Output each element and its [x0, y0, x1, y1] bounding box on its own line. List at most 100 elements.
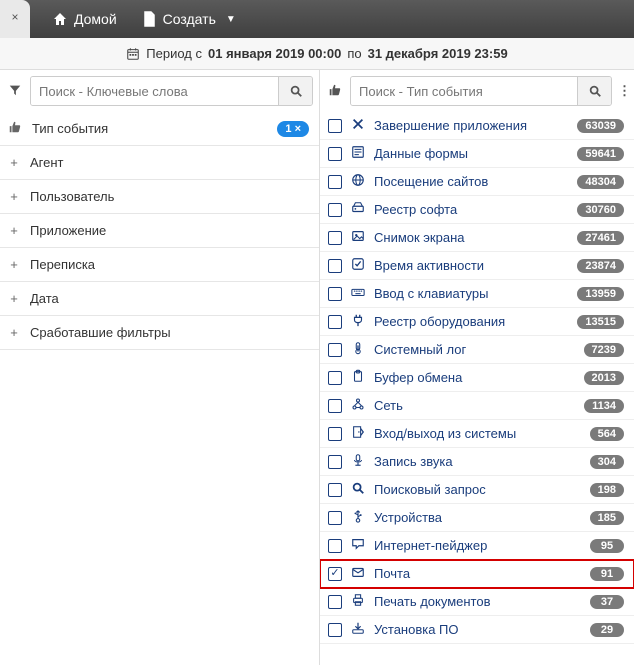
event-label: Интернет-пейджер: [374, 538, 582, 553]
event-type-row[interactable]: Завершение приложения 63039: [320, 112, 634, 140]
events-panel: ⋮ Завершение приложения 63039 Данные формы…: [320, 70, 634, 665]
event-type-row[interactable]: Снимок экрана 27461: [320, 224, 634, 252]
more-menu-button[interactable]: ⋮: [618, 83, 628, 99]
event-type-row[interactable]: Реестр софта30760: [320, 196, 634, 224]
event-type-row[interactable]: Устройства185: [320, 504, 634, 532]
period-mid: по: [347, 46, 361, 61]
search-icon: [350, 481, 366, 498]
event-count-badge: 2013: [584, 371, 624, 385]
search-icon: [588, 84, 602, 98]
expand-icon: +: [8, 292, 20, 305]
event-count-badge: 63039: [577, 119, 624, 133]
event-checkbox[interactable]: [328, 455, 342, 469]
filter-count-badge[interactable]: 1 ×: [277, 121, 309, 137]
event-label: Завершение приложения: [374, 118, 569, 133]
event-label: Реестр оборудования: [374, 314, 569, 329]
event-count-badge: 13959: [577, 287, 624, 301]
filter-group-event-type[interactable]: Тип события 1 ×: [0, 112, 319, 146]
thumb-icon[interactable]: [326, 83, 344, 100]
calendar-icon: [126, 47, 140, 61]
keyword-search: [30, 76, 313, 106]
event-type-row[interactable]: Посещение сайтов48304: [320, 168, 634, 196]
event-count-badge: 564: [590, 427, 624, 441]
filter-group[interactable]: + Дата: [0, 282, 319, 316]
period-prefix: Период с: [146, 46, 202, 61]
event-type-row[interactable]: Время активности23874: [320, 252, 634, 280]
search-icon: [289, 84, 303, 98]
event-type-row[interactable]: Почта91: [320, 560, 634, 588]
filter-group[interactable]: +Агент: [0, 146, 319, 180]
event-checkbox[interactable]: [328, 623, 342, 637]
caret-down-icon: ▼: [226, 14, 236, 25]
keyword-search-button[interactable]: [278, 77, 312, 105]
event-checkbox[interactable]: [328, 399, 342, 413]
clipboard-icon: [350, 369, 366, 386]
top-toolbar: × Домой Создать ▼: [0, 0, 634, 38]
event-checkbox[interactable]: [328, 595, 342, 609]
filter-group-label: Агент: [30, 155, 309, 170]
usb-icon: [350, 509, 366, 526]
event-checkbox[interactable]: [328, 343, 342, 357]
keyword-search-input[interactable]: [31, 77, 278, 105]
event-checkbox[interactable]: [328, 287, 342, 301]
globe-icon: [350, 173, 366, 190]
event-label: Снимок экрана: [374, 230, 569, 245]
event-type-row[interactable]: Запись звука304: [320, 448, 634, 476]
event-checkbox[interactable]: [328, 539, 342, 553]
event-count-badge: 27461: [577, 231, 624, 245]
filter-group-label: Дата: [30, 291, 309, 306]
filter-group[interactable]: +Переписка: [0, 248, 319, 282]
event-count-badge: 95: [590, 539, 624, 553]
event-label: Поисковый запрос: [374, 482, 582, 497]
event-type-row[interactable]: Системный лог7239: [320, 336, 634, 364]
event-label: Вход/выход из системы: [374, 426, 582, 441]
tab-close-button[interactable]: ×: [0, 0, 30, 38]
event-count-badge: 48304: [577, 175, 624, 189]
chat-icon: [350, 537, 366, 554]
event-label: Устройства: [374, 510, 582, 525]
printer-icon: [350, 593, 366, 610]
event-checkbox[interactable]: [328, 175, 342, 189]
event-type-row[interactable]: Данные формы59641: [320, 140, 634, 168]
event-label: Системный лог: [374, 342, 576, 357]
event-checkbox[interactable]: [328, 483, 342, 497]
filter-icon[interactable]: [6, 83, 24, 100]
expand-icon: +: [8, 224, 20, 237]
event-type-row[interactable]: Вход/выход из системы 564: [320, 420, 634, 448]
event-checkbox[interactable]: [328, 147, 342, 161]
filter-group[interactable]: +Сработавшие фильтры: [0, 316, 319, 350]
event-label: Почта: [374, 566, 582, 581]
event-label: Запись звука: [374, 454, 582, 469]
event-type-row[interactable]: Буфер обмена2013: [320, 364, 634, 392]
plug-icon: [350, 313, 366, 330]
filter-group[interactable]: +Пользователь: [0, 180, 319, 214]
event-count-badge: 1134: [584, 399, 624, 413]
filter-groups: Тип события 1 × +Агент+Пользователь+Прил…: [0, 112, 319, 350]
event-checkbox[interactable]: [328, 371, 342, 385]
create-button[interactable]: Создать ▼: [129, 0, 248, 38]
network-icon: [350, 397, 366, 414]
event-checkbox[interactable]: [328, 567, 342, 581]
event-type-row[interactable]: Сеть1134: [320, 392, 634, 420]
event-count-badge: 13515: [577, 315, 624, 329]
event-checkbox[interactable]: [328, 119, 342, 133]
event-type-search-button[interactable]: [577, 77, 611, 105]
event-type-search-input[interactable]: [351, 77, 577, 105]
event-checkbox[interactable]: [328, 259, 342, 273]
create-label: Создать: [163, 11, 216, 27]
home-button[interactable]: Домой: [40, 0, 129, 38]
event-type-row[interactable]: Печать документов37: [320, 588, 634, 616]
filter-group[interactable]: +Приложение: [0, 214, 319, 248]
event-checkbox[interactable]: [328, 231, 342, 245]
event-type-row[interactable]: Реестр оборудования 13515: [320, 308, 634, 336]
event-checkbox[interactable]: [328, 427, 342, 441]
event-type-row[interactable]: Интернет-пейджер 95: [320, 532, 634, 560]
event-type-row[interactable]: Установка ПО29: [320, 616, 634, 644]
event-checkbox[interactable]: [328, 203, 342, 217]
event-label: Данные формы: [374, 146, 569, 161]
event-type-row[interactable]: Поисковый запрос198: [320, 476, 634, 504]
event-type-row[interactable]: Ввод с клавиатуры13959: [320, 280, 634, 308]
event-checkbox[interactable]: [328, 511, 342, 525]
event-checkbox[interactable]: [328, 315, 342, 329]
event-label: Печать документов: [374, 594, 582, 609]
